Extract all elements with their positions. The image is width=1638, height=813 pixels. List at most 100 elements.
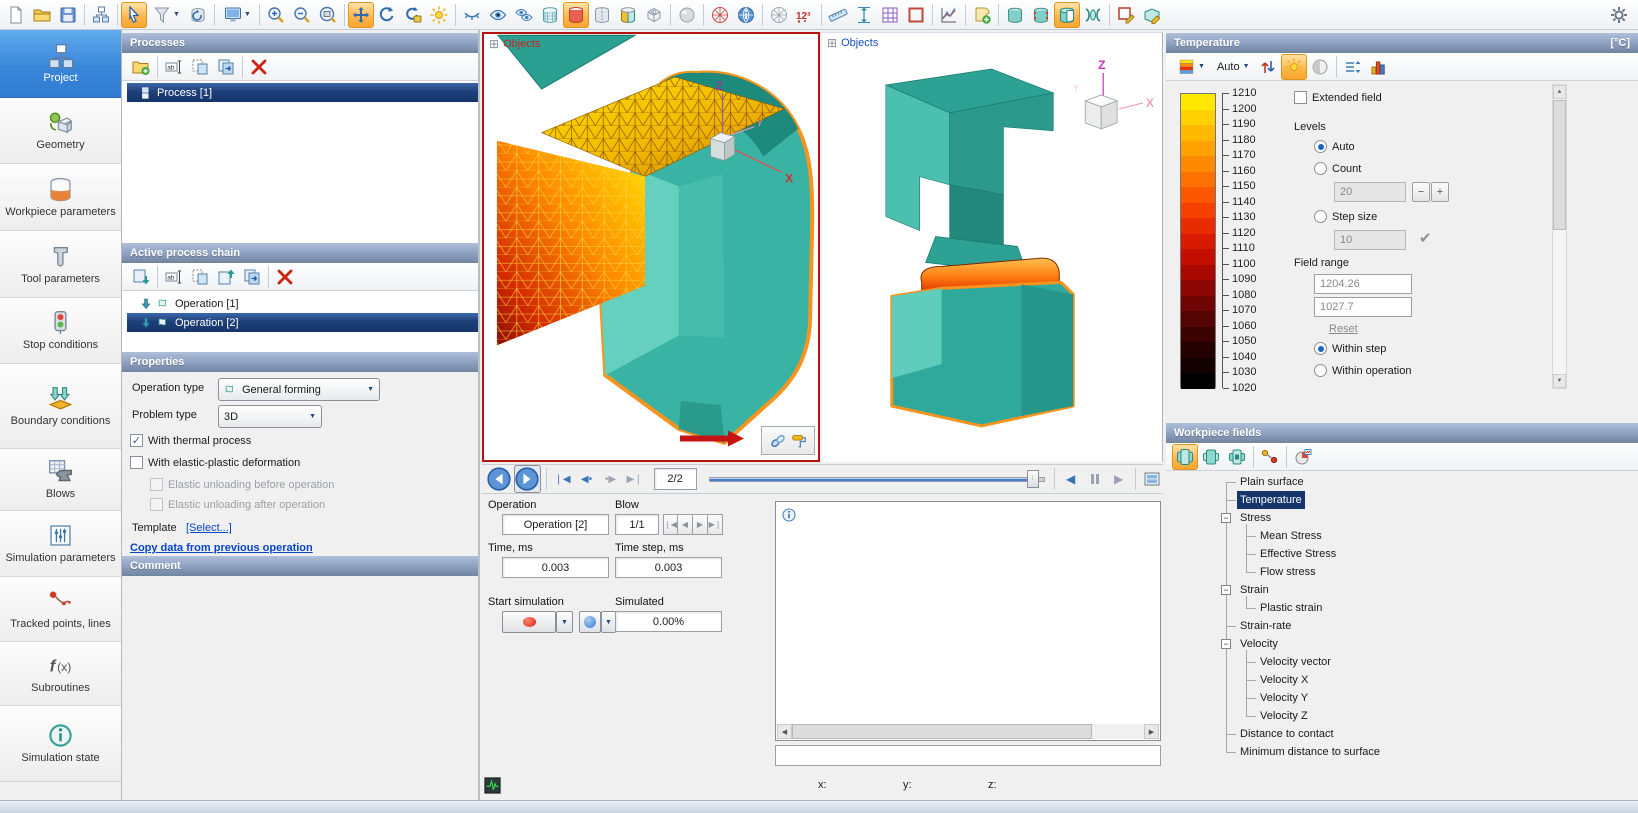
- sidebar-item-boundary-conditions[interactable]: Boundary conditions: [0, 364, 121, 449]
- 3d-scene-left[interactable]: Z Y X: [484, 34, 818, 460]
- blow-last-button[interactable]: ▶❘: [708, 514, 723, 535]
- mesh-view-icon[interactable]: [537, 2, 563, 28]
- add-geometry-icon[interactable]: [969, 2, 995, 28]
- expand-plus-icon[interactable]: ⊞: [489, 39, 499, 49]
- blow-previous-button[interactable]: ◀: [678, 514, 693, 535]
- smooth-shading-field-icon[interactable]: [1307, 54, 1333, 80]
- viewport-left[interactable]: Z Y X ⊞ Objects: [482, 32, 820, 462]
- tracked-points-icon[interactable]: [1257, 444, 1283, 470]
- settings-gear-icon[interactable]: [1606, 2, 1632, 28]
- scrollbar-thumb[interactable]: [792, 724, 1092, 739]
- field-statistics-icon[interactable]: [1290, 444, 1316, 470]
- workpiece-database-icon[interactable]: [1002, 2, 1028, 28]
- add-operation-icon[interactable]: [128, 264, 154, 290]
- rotate-object-icon[interactable]: [185, 2, 211, 28]
- copy-previous-operation-link[interactable]: Copy data from previous operation: [130, 542, 313, 554]
- operation-field[interactable]: Operation [2]: [502, 514, 609, 535]
- thermal-process-checkbox[interactable]: ✓: [130, 434, 143, 447]
- field-tree-item-plain-surface[interactable]: Plain surface: [1166, 473, 1638, 491]
- objects-label-right[interactable]: ⊞ Objects: [827, 37, 878, 49]
- field-section-icon[interactable]: [1224, 444, 1250, 470]
- select-mode-icon[interactable]: [121, 2, 147, 28]
- lagrange-mesh-icon[interactable]: [766, 2, 792, 28]
- delete-operation-icon[interactable]: [272, 264, 298, 290]
- previous-record-button[interactable]: [487, 467, 511, 491]
- tool-database-icon[interactable]: [1028, 2, 1054, 28]
- field-tree-item-minimum-distance-to-surface[interactable]: Minimum distance to surface: [1166, 743, 1638, 761]
- measure-frame-icon[interactable]: [903, 2, 929, 28]
- temperature-scrollbar[interactable]: ▲ ▼: [1552, 84, 1567, 389]
- copy-process-icon[interactable]: [187, 54, 213, 80]
- copy-operation-icon[interactable]: [187, 264, 213, 290]
- duplicate-process-icon[interactable]: [213, 54, 239, 80]
- remote-options-dropdown[interactable]: ▼: [601, 611, 616, 633]
- light-toggle-icon[interactable]: [1281, 54, 1307, 80]
- zoom-in-icon[interactable]: [263, 2, 289, 28]
- animation-export-button[interactable]: [1141, 467, 1163, 491]
- step-size-radio[interactable]: [1314, 210, 1327, 223]
- field-tree-item-mean-stress[interactable]: Mean Stress: [1166, 527, 1638, 545]
- field-tree-item-strain[interactable]: −Strain: [1166, 581, 1638, 599]
- zoom-out-icon[interactable]: [289, 2, 315, 28]
- 3d-scene-right[interactable]: Z Y X: [822, 33, 1162, 462]
- collapse-minus-icon[interactable]: −: [1221, 585, 1231, 595]
- rotate-view-locked-icon[interactable]: [400, 2, 426, 28]
- elastic-plastic-checkbox[interactable]: [130, 456, 143, 469]
- solid-view-icon[interactable]: [563, 2, 589, 28]
- count-plus-button[interactable]: +: [1431, 182, 1449, 202]
- next-step-button[interactable]: •▶: [600, 468, 622, 490]
- palette-icon[interactable]: ▼: [1172, 54, 1210, 80]
- field-tree-item-plastic-strain[interactable]: Plastic strain: [1166, 599, 1638, 617]
- zoom-fit-icon[interactable]: [315, 2, 341, 28]
- section-view-icon[interactable]: [615, 2, 641, 28]
- trace-numbers-icon[interactable]: 12³: [792, 2, 818, 28]
- rename-process-icon[interactable]: ab: [161, 54, 187, 80]
- edit-frame-icon[interactable]: [1113, 2, 1139, 28]
- field-tree-item-velocity-vector[interactable]: Velocity vector: [1166, 653, 1638, 671]
- measure-distance-icon[interactable]: [851, 2, 877, 28]
- first-step-button[interactable]: ❘◀: [552, 468, 574, 490]
- remote-simulation-button[interactable]: [579, 611, 601, 633]
- log-horizontal-scrollbar[interactable]: ◀ ▶: [777, 724, 1159, 739]
- problem-type-dropdown[interactable]: 3D ▼: [218, 405, 322, 428]
- sidebar-item-blows[interactable]: Blows: [0, 449, 121, 511]
- field-tree-item-velocity-y[interactable]: Velocity Y: [1166, 689, 1638, 707]
- paint-roller-icon[interactable]: [790, 432, 808, 450]
- palette-mode-icon[interactable]: Auto▼: [1210, 54, 1255, 80]
- time-field[interactable]: 0.003: [502, 557, 609, 578]
- half-view-icon[interactable]: [589, 2, 615, 28]
- expand-plus-icon[interactable]: ⊞: [827, 38, 837, 48]
- flip-range-icon[interactable]: [1255, 54, 1281, 80]
- pick-filter-icon[interactable]: ▼: [147, 2, 185, 28]
- project-tree-icon[interactable]: [88, 2, 114, 28]
- scroll-right-icon[interactable]: ▶: [1144, 724, 1159, 739]
- add-process-icon[interactable]: [128, 54, 154, 80]
- template-select-link[interactable]: [Select...]: [186, 522, 232, 534]
- measure-ruler-icon[interactable]: [825, 2, 851, 28]
- show-object-icon[interactable]: [485, 2, 511, 28]
- blow-field[interactable]: 1/1: [615, 514, 659, 535]
- next-record-button[interactable]: [515, 467, 539, 491]
- levels-auto-radio[interactable]: [1314, 140, 1327, 153]
- surface-mesh-icon[interactable]: [707, 2, 733, 28]
- play-backward-button[interactable]: ◀: [1060, 468, 1082, 490]
- hide-objects-icon[interactable]: [459, 2, 485, 28]
- count-minus-button[interactable]: −: [1412, 182, 1430, 202]
- reset-link[interactable]: Reset: [1329, 323, 1358, 335]
- start-options-dropdown[interactable]: ▼: [556, 611, 573, 633]
- histogram-icon[interactable]: [1366, 54, 1392, 80]
- sidebar-item-workpiece-parameters[interactable]: Workpiece parameters: [0, 164, 121, 231]
- blow-first-button[interactable]: ❘◀: [663, 514, 678, 535]
- scroll-up-icon[interactable]: ▲: [1553, 85, 1566, 99]
- field-tree-item-effective-stress[interactable]: Effective Stress: [1166, 545, 1638, 563]
- within-step-radio[interactable]: [1314, 342, 1327, 355]
- start-simulation-button[interactable]: [502, 611, 556, 633]
- pause-button[interactable]: [1084, 468, 1106, 490]
- rename-operation-icon[interactable]: ab: [161, 264, 187, 290]
- scroll-left-icon[interactable]: ◀: [777, 724, 792, 739]
- collapse-minus-icon[interactable]: −: [1221, 513, 1231, 523]
- field-range-max-input[interactable]: 1204.26: [1314, 274, 1412, 294]
- light-source-icon[interactable]: [426, 2, 452, 28]
- delete-process-icon[interactable]: [246, 54, 272, 80]
- collapse-minus-icon[interactable]: −: [1221, 639, 1231, 649]
